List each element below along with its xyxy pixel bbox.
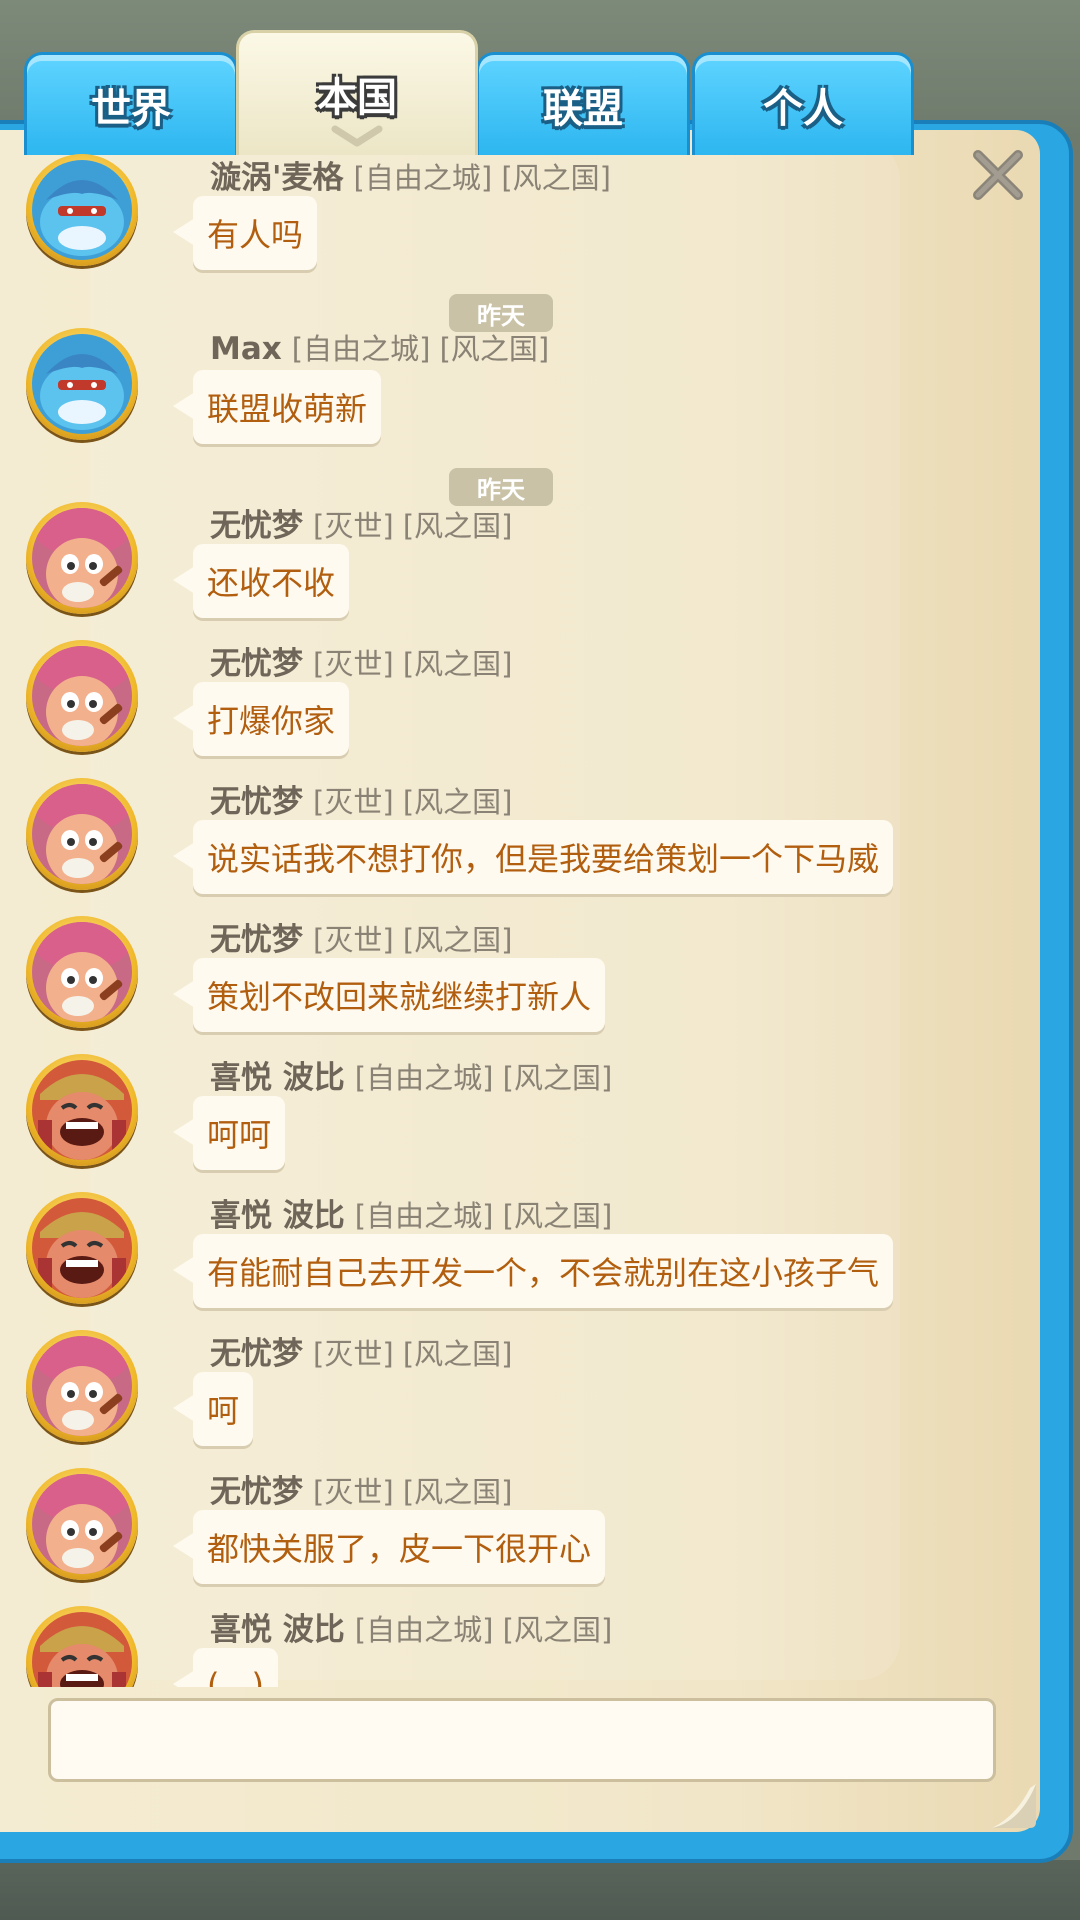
chat-input[interactable] — [48, 1698, 996, 1782]
sender-tags: [灭世] [风之国] — [313, 1337, 513, 1371]
tab-country[interactable]: 本国 — [236, 30, 478, 155]
sender-name[interactable]: 无忧梦 [灭世] [风之国] — [210, 1328, 512, 1373]
message-bubble[interactable]: 都快关服了，皮一下很开心 — [172, 1510, 606, 1584]
sender-name-text: 无忧梦 — [210, 1336, 303, 1372]
sender-tags: [灭世] [风之国] — [313, 647, 513, 681]
sender-name-text: 喜悦 波比 — [210, 1612, 345, 1648]
sender-name[interactable]: 无忧梦 [灭世] [风之国] — [210, 776, 512, 821]
chat-message: 无忧梦 [灭世] [风之国] 呵 — [0, 1316, 1040, 1452]
chat-message: 无忧梦 [灭世] [风之国] 都快关服了，皮一下很开心 — [0, 1454, 1040, 1590]
sender-tags: [自由之城] [风之国] — [354, 1199, 613, 1233]
pink-hat-avatar[interactable] — [26, 916, 138, 1028]
sender-name-text: 喜悦 波比 — [210, 1060, 345, 1096]
chat-message: 喜悦 波比 [自由之城] [风之国] 呵呵 — [0, 1040, 1040, 1176]
background-bottom — [0, 1860, 1080, 1920]
tab-country-label: 本国 — [317, 75, 397, 121]
sender-tags: [自由之城] [风之国] — [354, 1613, 613, 1647]
sender-name-text: 无忧梦 — [210, 646, 303, 682]
sender-name-text: 喜悦 波比 — [210, 1198, 345, 1234]
sender-name[interactable]: 喜悦 波比 [自由之城] [风之国] — [210, 1604, 612, 1649]
tab-alliance-label: 联盟 — [543, 86, 623, 132]
sender-tags: [自由之城] [风之国] — [353, 161, 611, 195]
message-bubble[interactable]: 有人吗 — [172, 196, 318, 270]
chat-message: 无忧梦 [灭世] [风之国] 策划不改回来就继续打新人 — [0, 902, 1040, 1038]
sender-tags: [灭世] [风之国] — [313, 509, 513, 543]
laughing-warrior-avatar[interactable] — [26, 1606, 138, 1687]
sender-name-text: 无忧梦 — [210, 508, 303, 544]
laughing-warrior-avatar[interactable] — [26, 1192, 138, 1304]
chat-message: 无忧梦 [灭世] [风之国] 说实话我不想打你，但是我要给策划一个下马威 — [0, 764, 1040, 900]
sender-name[interactable]: 无忧梦 [灭世] [风之国] — [210, 914, 512, 959]
message-bubble[interactable]: 联盟收萌新 — [172, 370, 382, 444]
chat-message: 漩涡'麦格 [自由之城] [风之国] 有人吗 — [0, 140, 1040, 276]
tab-world-label: 世界 — [91, 86, 171, 132]
pink-hat-avatar[interactable] — [26, 640, 138, 752]
message-bubble[interactable]: 有能耐自己去开发一个，不会就别在这小孩子气 — [172, 1234, 894, 1308]
blue-shark-avatar[interactable] — [26, 154, 138, 266]
sender-tags: [自由之城] [风之国] — [291, 332, 550, 366]
pink-hat-avatar[interactable] — [26, 502, 138, 614]
chat-message: 喜悦 波比 [自由之城] [风之国] 有能耐自己去开发一个，不会就别在这小孩子气 — [0, 1178, 1040, 1314]
message-bubble[interactable]: 还收不收 — [172, 544, 350, 618]
sender-name[interactable]: 喜悦 波比 [自由之城] [风之国] — [210, 1052, 612, 1097]
message-bubble[interactable]: 说实话我不想打你，但是我要给策划一个下马威 — [172, 820, 894, 894]
chat-message: 无忧梦 [灭世] [风之国] 打爆你家 — [0, 626, 1040, 762]
sender-name[interactable]: 喜悦 波比 [自由之城] [风之国] — [210, 1190, 612, 1235]
sender-name[interactable]: 漩涡'麦格 [自由之城] [风之国] — [210, 152, 611, 197]
sender-name-text: 无忧梦 — [210, 922, 303, 958]
sender-name-text: 漩涡'麦格 — [210, 160, 344, 196]
laughing-warrior-avatar[interactable] — [26, 1054, 138, 1166]
sender-name-text: 无忧梦 — [210, 1474, 303, 1510]
pink-hat-avatar[interactable] — [26, 778, 138, 890]
message-bubble[interactable]: 打爆你家 — [172, 682, 350, 756]
sender-tags: [灭世] [风之国] — [313, 1475, 513, 1509]
pink-hat-avatar[interactable] — [26, 1330, 138, 1442]
message-bubble[interactable]: (…) — [173, 1648, 278, 1687]
message-bubble[interactable]: 呵呵 — [172, 1096, 286, 1170]
channel-tabs: 世界 联盟 个人 本国 — [0, 30, 1080, 155]
message-bubble[interactable]: 策划不改回来就继续打新人 — [172, 958, 606, 1032]
sender-name-text: 无忧梦 — [210, 784, 303, 820]
chat-message: 无忧梦 [灭世] [风之国] 还收不收 — [0, 488, 1040, 624]
sender-name[interactable]: 无忧梦 [灭世] [风之国] — [210, 500, 512, 545]
message-list[interactable]: 漩涡'麦格 [自由之城] [风之国] 有人吗 昨天 Max [自由之城] [风之国] 联盟收… — [0, 140, 1040, 1687]
sender-tags: [自由之城] [风之国] — [354, 1061, 613, 1095]
pink-hat-avatar[interactable] — [26, 1468, 138, 1580]
sender-tags: [灭世] [风之国] — [313, 785, 513, 819]
sender-name[interactable]: Max [自由之城] [风之国] — [210, 326, 549, 368]
chat-message: Max [自由之城] [风之国] 联盟收萌新 — [0, 314, 1040, 450]
message-bubble[interactable]: 呵 — [172, 1372, 254, 1446]
chat-message: 喜悦 波比 [自由之城] [风之国] (…) — [0, 1592, 1040, 1687]
page-curl-decoration — [992, 1784, 1036, 1828]
tab-personal-label: 个人 — [763, 86, 843, 132]
sender-name[interactable]: 无忧梦 [灭世] [风之国] — [210, 638, 512, 683]
sender-name[interactable]: 无忧梦 [灭世] [风之国] — [210, 1466, 512, 1511]
sender-name-text: Max — [210, 331, 282, 367]
sender-tags: [灭世] [风之国] — [313, 923, 513, 957]
blue-shark-avatar[interactable] — [26, 328, 138, 440]
